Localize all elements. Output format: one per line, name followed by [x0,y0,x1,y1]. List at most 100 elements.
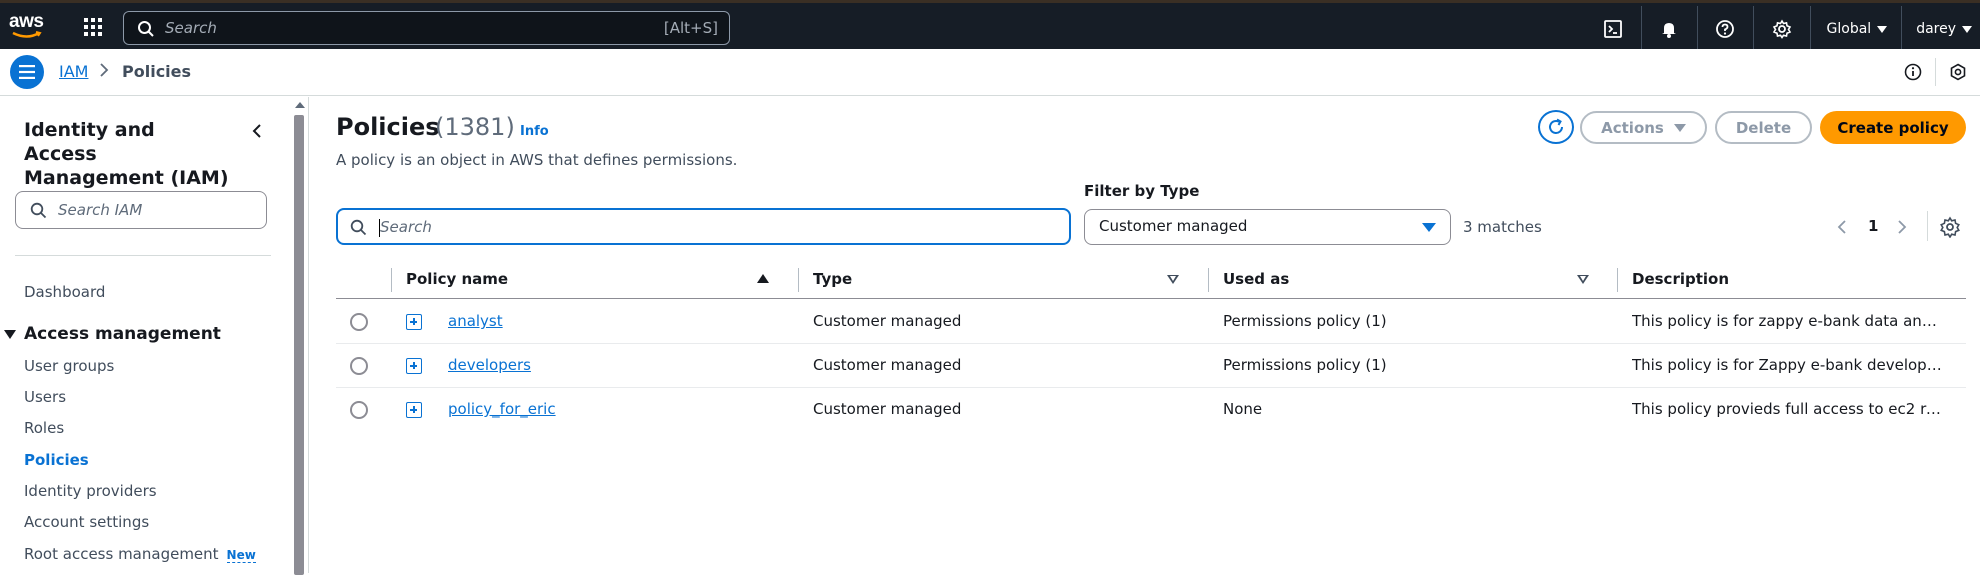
global-search-input[interactable]: Search [Alt+S] [123,11,730,45]
page-title: Policies [336,113,440,141]
caret-down-icon [1673,123,1686,132]
policy-type: Customer managed [813,400,962,418]
previous-page-icon[interactable] [1835,217,1849,237]
scroll-up-arrow-icon[interactable] [295,102,305,108]
row-select-radio[interactable] [350,313,368,331]
sidebar-item-policies[interactable]: Policies [24,451,89,469]
info-panel-button[interactable] [1891,49,1935,95]
account-menu[interactable]: darey [1902,6,1980,52]
sidebar-section-access-management[interactable]: Access management [4,324,221,344]
cloudshell-button[interactable] [1586,6,1642,52]
sidebar-search-input[interactable]: Search IAM [15,191,267,229]
notifications-button[interactable] [1642,6,1698,52]
matches-count: 3 matches [1463,218,1542,236]
info-link[interactable]: Info [520,124,549,139]
help-button[interactable] [1698,6,1754,52]
policy-name-link[interactable]: policy_for_eric [448,400,556,418]
aws-logo-text: aws [9,11,44,32]
hamburger-icon [19,65,35,79]
menu-toggle-button[interactable] [10,55,44,89]
column-header-description[interactable]: Description [1632,270,1729,288]
actions-dropdown-button[interactable]: Actions [1580,111,1707,144]
divider [15,255,271,256]
delete-button[interactable]: Delete [1715,111,1812,144]
refresh-button[interactable] [1538,110,1574,144]
current-page-number[interactable]: 1 [1868,217,1878,235]
sidebar-item-users[interactable]: Users [24,388,66,406]
policy-search-placeholder: Search [380,218,432,236]
policy-description: This policy is for zappy e-bank data ana… [1632,312,1944,330]
expand-icon[interactable] [406,402,422,418]
policy-name-link[interactable]: analyst [448,312,503,330]
table-row[interactable]: developers Customer managed Permissions … [336,344,1966,388]
chevron-down-icon [1877,25,1888,33]
column-header-used-as[interactable]: Used as [1223,270,1289,288]
sidebar-item-identity-providers[interactable]: Identity providers [24,482,157,500]
create-policy-label: Create policy [1837,118,1949,137]
hexagon-settings-icon [1950,63,1966,81]
caret-down-icon [4,329,16,339]
column-header-policy-name[interactable]: Policy name [406,270,508,288]
policy-type: Customer managed [813,312,962,330]
policy-description: This policy provieds full access to ec2 … [1632,400,1944,418]
bell-icon [1662,23,1677,38]
row-select-radio[interactable] [350,401,368,419]
aws-smile-icon [12,31,42,38]
services-grid-icon[interactable] [83,17,103,37]
expand-icon[interactable] [406,358,422,374]
page-description: A policy is an object in AWS that define… [336,151,738,169]
table-header: Policy name Type Used as Description [336,262,1966,299]
policy-used-as: Permissions policy (1) [1223,356,1387,374]
table-row[interactable]: policy_for_eric Customer managed None Th… [336,388,1966,432]
chevron-down-icon [1962,25,1972,33]
aws-logo[interactable]: aws [9,11,51,41]
caret-down-icon [1422,223,1436,232]
breadcrumb-current: Policies [122,62,192,81]
next-page-icon[interactable] [1895,217,1909,237]
new-badge: New [226,548,256,563]
global-search-placeholder: Search [165,19,217,37]
create-policy-button[interactable]: Create policy [1820,111,1966,144]
column-divider[interactable] [1617,268,1618,292]
sidebar-item-dashboard[interactable]: Dashboard [24,283,105,301]
sidebar-search-placeholder: Search IAM [58,201,143,219]
gear-icon [1772,19,1791,39]
sidebar-section-label: Access management [24,324,221,344]
search-icon [350,219,367,236]
region-selector[interactable]: Global [1809,6,1903,52]
sidebar-scrollbar[interactable] [291,97,309,575]
policy-type: Customer managed [813,356,962,374]
settings-button[interactable] [1754,6,1810,52]
sidebar-item-account-settings[interactable]: Account settings [24,513,149,531]
expand-icon[interactable] [406,314,422,330]
sort-icon[interactable] [1577,275,1589,284]
sort-icon[interactable] [1167,275,1179,284]
sidebar-item-root-access-management[interactable]: Root access management New [24,545,256,563]
filter-type-value: Customer managed [1099,217,1248,235]
sidebar-item-user-groups[interactable]: User groups [24,357,114,375]
table-preferences-gear-icon[interactable] [1939,216,1961,238]
policy-used-as: None [1223,400,1263,418]
filter-type-select[interactable]: Customer managed [1084,209,1451,245]
column-header-type[interactable]: Type [813,270,852,288]
region-label: Global [1826,21,1872,37]
top-navigation: aws Search [Alt+S] Global darey [0,0,1980,52]
top-right-controls: Global darey [1586,6,1980,52]
scrollbar-thumb[interactable] [294,115,304,575]
sidebar-item-roles[interactable]: Roles [24,419,64,437]
sort-ascending-icon[interactable] [757,274,769,283]
row-select-radio[interactable] [350,357,368,375]
column-divider[interactable] [1208,268,1209,292]
policy-search-input[interactable]: Search [336,208,1071,245]
breadcrumb-iam-link[interactable]: IAM [59,62,88,81]
table-row[interactable]: analyst Customer managed Permissions pol… [336,300,1966,344]
refresh-icon [1549,118,1563,134]
column-divider[interactable] [798,268,799,292]
collapse-sidebar-icon[interactable] [247,121,267,141]
policy-name-link[interactable]: developers [448,356,531,374]
policy-used-as: Permissions policy (1) [1223,312,1387,330]
info-icon [1904,63,1922,81]
feedback-button[interactable] [1936,49,1980,95]
sidebar-item-label: Root access management [24,545,219,563]
breadcrumb-bar: IAM Policies [0,49,1980,96]
